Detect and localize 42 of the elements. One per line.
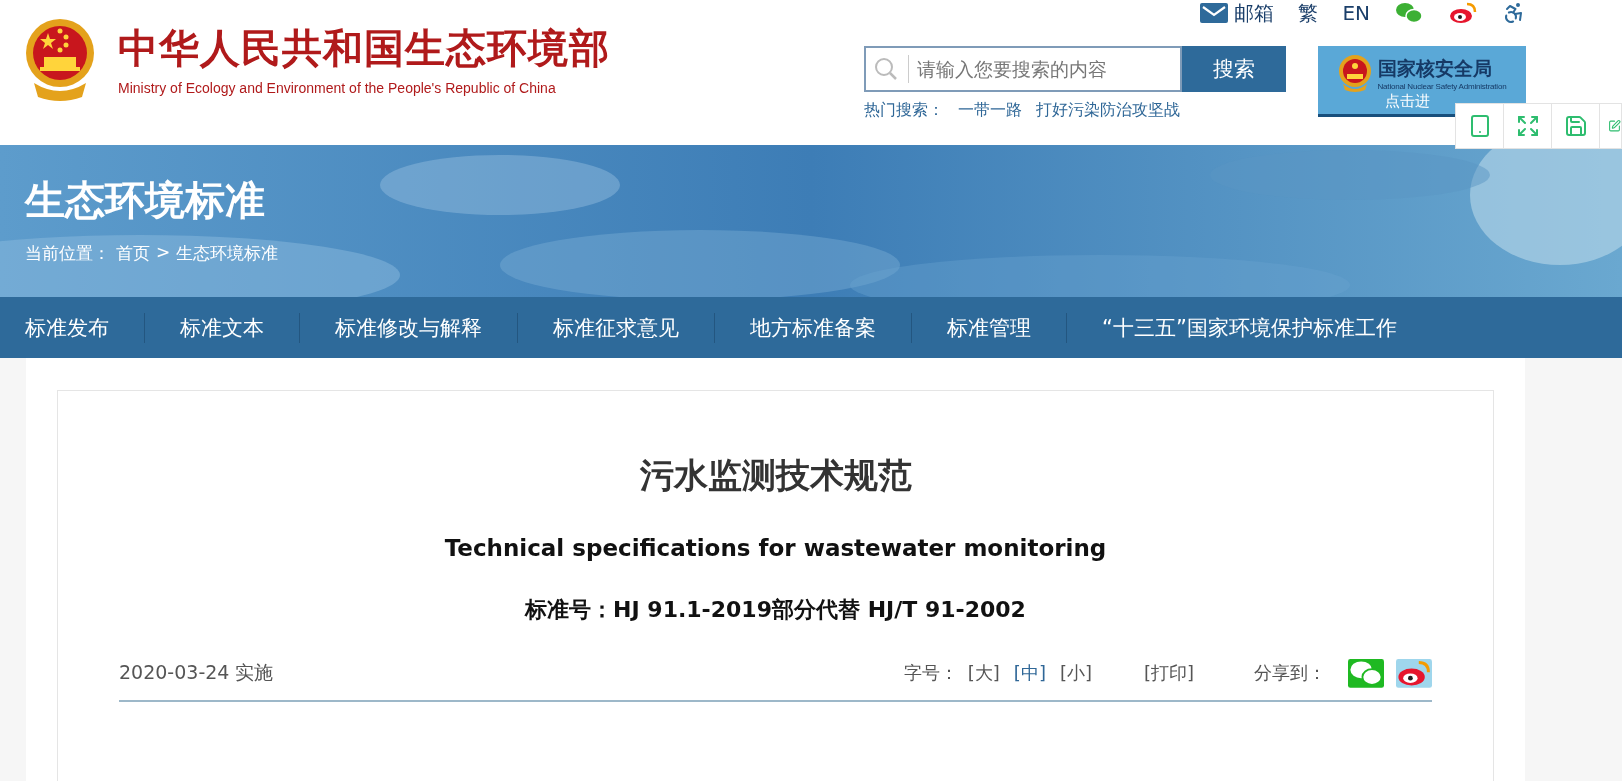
search-field[interactable]: 请输入您要搜索的内容 (864, 46, 1182, 92)
enter-link: 点击进 (1384, 93, 1430, 109)
effective-date: 2020-03-24 实施 (119, 660, 274, 686)
nuclear-safety-banner[interactable]: 国家核安全局 National Nuclear Safety Administration 点击进 (1318, 46, 1526, 117)
font-size-option[interactable]: [中] (1013, 661, 1046, 686)
mail-icon (1200, 3, 1229, 23)
search-button[interactable]: 搜索 (1182, 46, 1286, 92)
language-link[interactable]: EN (1342, 1, 1370, 25)
wechat-icon[interactable] (1348, 659, 1384, 688)
nav-item[interactable]: 标准管理 (911, 312, 1066, 343)
nuclear-title: 国家核安全局 (1377, 55, 1493, 81)
nav-item[interactable]: 标准文本 (144, 312, 299, 343)
breadcrumb-current: 生态环境标准 (176, 242, 279, 265)
font-size-option[interactable]: [小] (1059, 661, 1092, 686)
nav-item[interactable]: 地方标准备案 (714, 312, 911, 343)
save-icon (1563, 114, 1588, 138)
search-icon (874, 57, 898, 81)
site-subtitle: Ministry of Ecology and Environment of the People's Republic of China (118, 80, 557, 96)
breadcrumb-label: 当前位置： (25, 242, 110, 265)
nav-item[interactable]: 标准修改与解释 (299, 312, 517, 343)
article-title: 污水监测技术规范 (639, 454, 912, 497)
standard-number: 标准号：HJ 91.1-2019部分代替 HJ/T 91-2002 (525, 596, 1026, 624)
hot-search-label: 热门搜索： (864, 100, 944, 121)
font-size-label: 字号： (903, 661, 958, 686)
hot-search-link[interactable]: 打好污染防治攻坚战 (1036, 100, 1180, 121)
site-title: 中华人民共和国生态环境部 (118, 24, 610, 73)
weibo-icon[interactable] (1396, 659, 1432, 688)
nav-item[interactable]: 标准发布 (25, 312, 144, 343)
nav-item[interactable]: “十三五”国家环境保护标准工作 (1066, 312, 1432, 343)
language-link[interactable]: 繁 (1298, 0, 1319, 27)
nuclear-subtitle: National Nuclear Safety Administration (1377, 81, 1507, 91)
section-title: 生态环境标准 (25, 176, 266, 225)
breadcrumb-separator: > (156, 242, 171, 264)
share-label: 分享到： (1254, 661, 1326, 686)
mail-link[interactable]: 邮箱 (1200, 0, 1275, 27)
hot-search-link[interactable]: 一带一路 (958, 100, 1022, 121)
nav-item[interactable]: 标准征求意见 (517, 312, 714, 343)
english-title: Technical specifications for wastewater monitoring (444, 535, 1107, 561)
expand-icon (1515, 114, 1540, 138)
emblem-icon (1337, 54, 1372, 92)
font-size-option[interactable]: [大] (967, 661, 1000, 686)
print-link[interactable]: [打印] (1143, 661, 1194, 686)
